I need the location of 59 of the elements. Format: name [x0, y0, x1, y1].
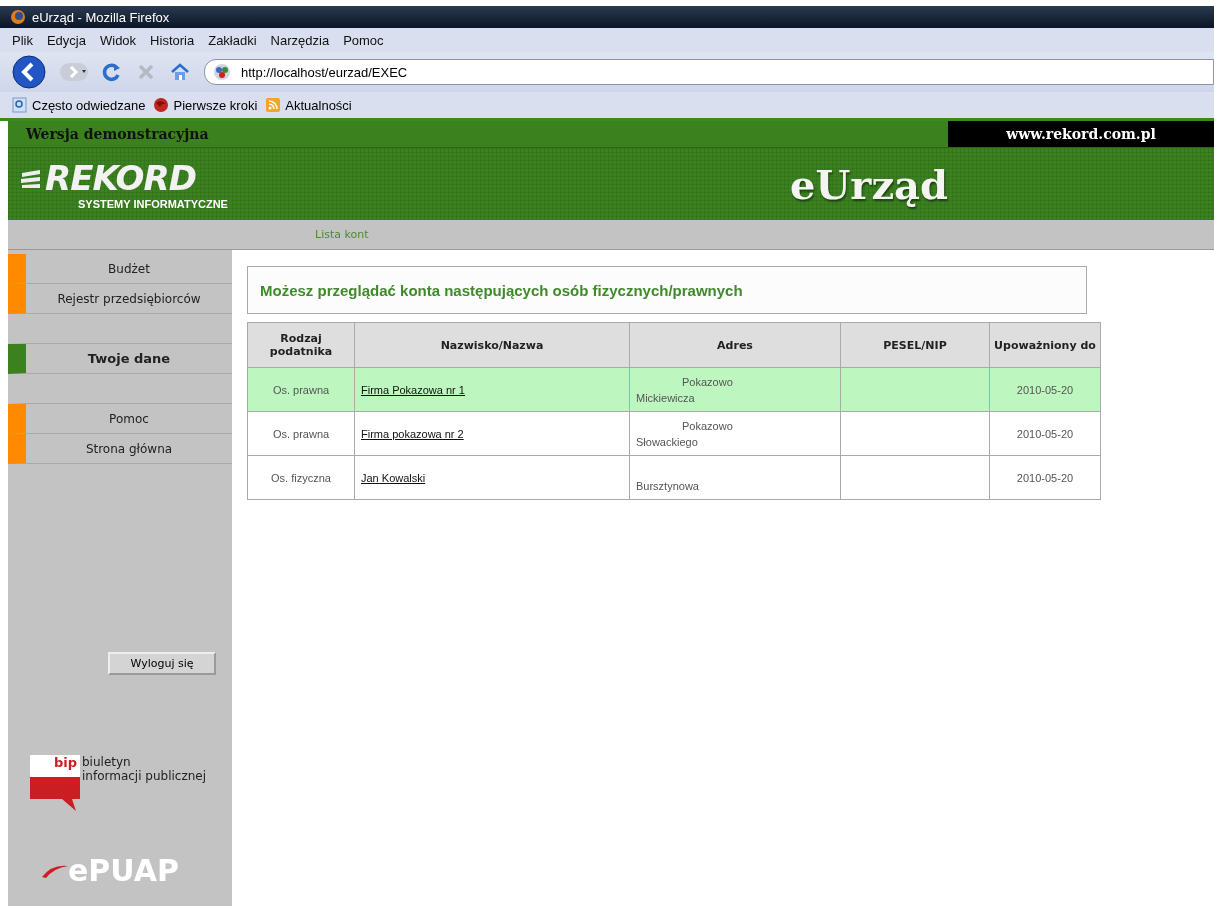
- column-header: Upoważniony do: [989, 322, 1101, 368]
- website-label: www.rekord.com.pl: [948, 121, 1214, 147]
- page-heading: Możesz przeglądać konta następujących osób fizycznych/prawnych: [260, 281, 743, 299]
- reload-icon[interactable]: [102, 62, 122, 82]
- stripes-icon: [20, 167, 42, 189]
- table-cell: 2010-05-20: [989, 367, 1101, 412]
- swoosh-icon: [42, 863, 68, 878]
- table-cell: Os. prawna: [247, 367, 355, 412]
- table-row[interactable]: Os. fizyczna Jan Kowalski Bursztynowa 2010-05-20: [247, 455, 1101, 500]
- home-icon[interactable]: [170, 62, 190, 82]
- epuap-logo: ePUAP: [68, 853, 179, 888]
- breadcrumb: Lista kont: [315, 228, 369, 241]
- name-link[interactable]: Jan Kowalski: [361, 471, 426, 484]
- column-header: Nazwisko/Nazwa: [354, 322, 630, 368]
- sidebar-link[interactable]: Rejestr przedsiębiorców: [26, 291, 232, 306]
- address-street: Bursztynowa: [636, 479, 700, 492]
- table-cell: Os. prawna: [247, 411, 355, 456]
- address-street: Słowackiego: [636, 435, 699, 448]
- bookmark-link[interactable]: Często odwiedzane: [12, 97, 146, 113]
- flag-icon: [30, 777, 80, 811]
- bip-logo: bip: [30, 755, 80, 777]
- rss-icon: [265, 97, 282, 113]
- app-title: eUrząd: [790, 160, 948, 208]
- bookmark-link[interactable]: Aktualności: [265, 97, 352, 113]
- logout-button[interactable]: Wyloguj się: [108, 652, 216, 675]
- menu-item[interactable]: Zakładki: [208, 32, 257, 48]
- sidebar-link[interactable]: Budżet: [26, 261, 232, 276]
- menu-item[interactable]: Widok: [100, 32, 137, 48]
- name-link[interactable]: Firma pokazowa nr 2: [361, 427, 464, 440]
- menu-item[interactable]: Narzędzia: [270, 32, 330, 48]
- menu-item[interactable]: Historia: [150, 32, 195, 48]
- menu-item[interactable]: Pomoc: [343, 32, 384, 48]
- browser-logo-icon: [10, 9, 26, 25]
- address-street: Mickiewicza: [636, 391, 696, 404]
- bookmark-link[interactable]: Pierwsze kroki: [153, 97, 258, 113]
- demo-label: Wersja demonstracyjna: [25, 126, 209, 142]
- sidebar-link[interactable]: Pomoc: [26, 411, 232, 426]
- window-title: eUrząd - Mozilla Firefox: [32, 9, 170, 25]
- column-header: Rodzaj podatnika: [247, 322, 355, 368]
- name-link[interactable]: Firma Pokazowa nr 1: [361, 383, 465, 396]
- sidebar-link[interactable]: Twoje dane: [26, 351, 232, 366]
- table-cell: Os. fizyczna: [247, 455, 355, 500]
- address-city: Pokazowo: [681, 419, 734, 433]
- company-logo: REKORD: [20, 158, 520, 198]
- menu-item[interactable]: Edycja: [46, 32, 86, 48]
- column-header: Adres: [629, 322, 841, 368]
- address-field[interactable]: http://localhost/eurzad/EXEC: [204, 59, 1214, 85]
- site-icon: [211, 62, 233, 82]
- table-cell: 2010-05-20: [989, 455, 1101, 500]
- bip-label: biuletyn informacji publicznej: [82, 755, 207, 783]
- menu-item[interactable]: Plik: [12, 32, 33, 48]
- column-header: PESEL/NIP: [840, 322, 990, 368]
- address-city: Pokazowo: [681, 375, 734, 389]
- table-row[interactable]: Os. prawna Firma Pokazowa nr 1 Pokazowo Mickiewicza 2010-05-20: [247, 367, 1101, 412]
- company-tagline: SYSTEMY INFORMATYCZNE: [77, 198, 229, 210]
- sidebar-link[interactable]: Strona główna: [26, 441, 232, 456]
- table-row[interactable]: Os. prawna Firma pokazowa nr 2 Pokazowo Słowackiego 2010-05-20: [247, 411, 1101, 456]
- table-cell: 2010-05-20: [989, 411, 1101, 456]
- back-button-icon[interactable]: [12, 55, 46, 89]
